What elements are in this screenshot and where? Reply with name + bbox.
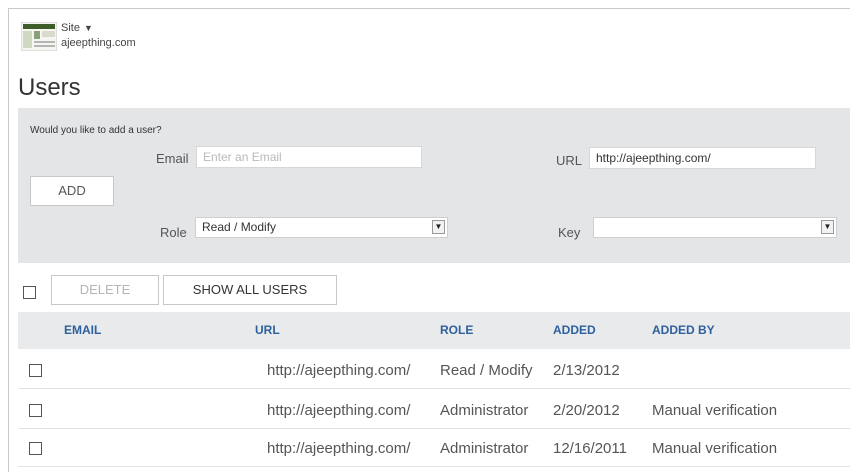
key-select[interactable]: ▼ bbox=[593, 217, 837, 238]
table-row: http://ajeepthing.com/ Administrator 2/2… bbox=[18, 394, 850, 429]
cell-role: Read / Modify bbox=[440, 362, 533, 379]
add-user-prompt: Would you like to add a user? bbox=[30, 125, 162, 136]
select-all-checkbox[interactable] bbox=[23, 286, 36, 299]
email-label: Email bbox=[156, 151, 189, 166]
site-domain: ajeepthing.com bbox=[61, 37, 136, 49]
role-label: Role bbox=[160, 225, 187, 240]
cell-added-by: Manual verification bbox=[652, 402, 778, 419]
delete-button[interactable]: DELETE bbox=[51, 275, 159, 305]
site-thumbnail-icon[interactable] bbox=[20, 21, 58, 52]
site-label: Site bbox=[61, 22, 80, 34]
row-checkbox[interactable] bbox=[29, 442, 42, 455]
column-header-added[interactable]: ADDED bbox=[553, 323, 596, 337]
row-checkbox[interactable] bbox=[29, 404, 42, 417]
table-row: http://ajeepthing.com/ Administrator 12/… bbox=[18, 432, 850, 467]
column-header-url[interactable]: URL bbox=[255, 323, 280, 337]
select-arrow-icon: ▼ bbox=[821, 220, 834, 234]
add-user-panel: Would you like to add a user? Email Ente… bbox=[18, 108, 850, 263]
table-row: http://ajeepthing.com/ Read / Modify 2/1… bbox=[18, 354, 850, 389]
column-header-added-by[interactable]: ADDED BY bbox=[652, 323, 715, 337]
key-label: Key bbox=[558, 225, 581, 240]
site-switcher[interactable]: Site ▼ bbox=[61, 22, 93, 34]
role-selected-value: Read / Modify bbox=[202, 220, 277, 234]
select-arrow-icon: ▼ bbox=[432, 220, 445, 234]
cell-url: http://ajeepthing.com/ bbox=[267, 440, 411, 457]
add-button[interactable]: ADD bbox=[30, 176, 114, 206]
role-select[interactable]: Read / Modify ▼ bbox=[195, 217, 448, 238]
cell-added: 12/16/2011 bbox=[553, 440, 627, 457]
cell-url: http://ajeepthing.com/ bbox=[267, 362, 411, 379]
row-checkbox[interactable] bbox=[29, 364, 42, 377]
dropdown-caret-icon: ▼ bbox=[83, 23, 93, 33]
cell-url: http://ajeepthing.com/ bbox=[267, 402, 411, 419]
cell-added: 2/13/2012 bbox=[553, 362, 620, 379]
url-label: URL bbox=[556, 153, 583, 168]
cell-role: Administrator bbox=[440, 402, 529, 419]
cell-added: 2/20/2012 bbox=[553, 402, 620, 419]
cell-role: Administrator bbox=[440, 440, 529, 457]
page-title: Users bbox=[18, 74, 81, 101]
email-field[interactable]: Enter an Email bbox=[196, 146, 422, 168]
column-header-role[interactable]: ROLE bbox=[440, 323, 473, 337]
url-field[interactable]: http://ajeepthing.com/ bbox=[589, 147, 816, 169]
column-header-email[interactable]: EMAIL bbox=[64, 323, 101, 337]
cell-added-by: Manual verification bbox=[652, 440, 778, 457]
show-all-users-button[interactable]: SHOW ALL USERS bbox=[163, 275, 337, 305]
table-header: EMAIL URL ROLE ADDED ADDED BY bbox=[18, 312, 850, 349]
